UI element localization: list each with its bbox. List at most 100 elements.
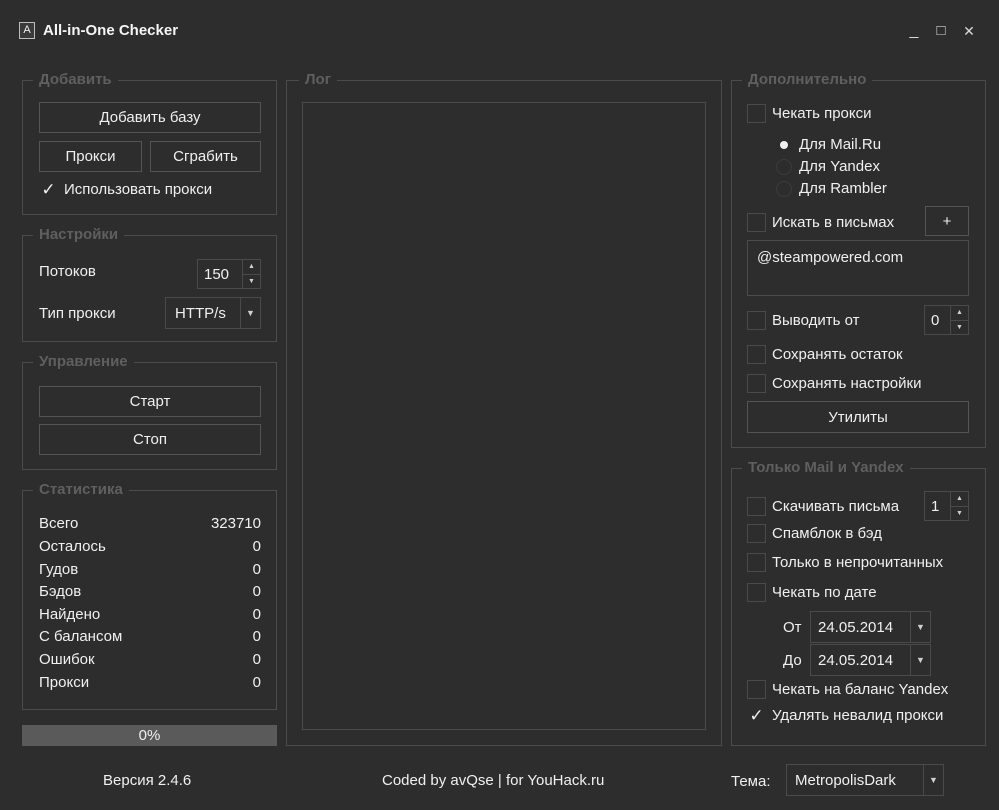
remove-invalid-proxy-row[interactable]: ✓ Удалять невалид прокси <box>747 706 943 725</box>
stat-value: 0 <box>252 606 261 623</box>
spamblock-checkbox[interactable] <box>747 524 766 543</box>
stat-row: Ошибок 0 <box>39 651 261 673</box>
minimize-button[interactable]: _ <box>903 18 925 44</box>
radio-mailru-label: Для Mail.Ru <box>799 136 882 153</box>
stat-value: 0 <box>252 538 261 555</box>
radio-mailru-row[interactable]: Для Mail.Ru <box>776 136 881 153</box>
output-from-label: Выводить от <box>772 312 860 329</box>
chevron-down-icon[interactable]: ▼ <box>910 645 930 675</box>
mail-yandex-group-legend: Только Mail и Yandex <box>742 459 910 477</box>
use-proxy-label: Использовать прокси <box>64 181 213 198</box>
download-mails-label: Скачивать письма <box>772 498 900 515</box>
stat-label: Бэдов <box>39 583 82 600</box>
chevron-down-icon[interactable]: ▼ <box>910 612 930 642</box>
stat-value: 0 <box>252 583 261 600</box>
chevron-down-icon[interactable]: ▼ <box>923 765 943 795</box>
spin-up-icon[interactable]: ▲ <box>243 260 260 275</box>
add-base-button[interactable]: Добавить базу <box>39 102 261 133</box>
log-textarea[interactable] <box>302 102 706 730</box>
save-settings-checkbox[interactable] <box>747 374 766 393</box>
check-proxy-label: Чекать прокси <box>772 105 872 122</box>
spin-up-icon[interactable]: ▲ <box>951 492 968 507</box>
stat-value: 0 <box>252 651 261 668</box>
check-proxy-checkbox[interactable] <box>747 104 766 123</box>
proxy-button[interactable]: Прокси <box>39 141 142 172</box>
use-proxy-checkbox[interactable]: ✓ <box>39 180 58 199</box>
search-mails-label: Искать в письмах <box>772 214 895 231</box>
threads-stepper[interactable]: 150 ▲ ▼ <box>197 259 261 289</box>
close-button[interactable]: ✕ <box>958 18 980 44</box>
date-to-label: До <box>783 652 802 669</box>
radio-yandex-row[interactable]: Для Yandex <box>776 158 880 175</box>
settings-group-legend: Настройки <box>33 226 125 244</box>
yandex-balance-checkbox[interactable] <box>747 680 766 699</box>
download-mails-value: 1 <box>931 497 940 515</box>
spin-down-icon[interactable]: ▼ <box>951 321 968 335</box>
add-search-button[interactable]: + <box>925 206 969 236</box>
output-from-value: 0 <box>931 311 940 329</box>
radio-rambler-label: Для Rambler <box>799 180 887 197</box>
maximize-button[interactable]: □ <box>930 18 952 44</box>
stat-row: Осталось 0 <box>39 538 261 560</box>
stat-row: Бэдов 0 <box>39 583 261 605</box>
start-button[interactable]: Старт <box>39 386 261 417</box>
output-from-row[interactable]: Выводить от <box>747 311 859 330</box>
spamblock-row[interactable]: Спамблок в бэд <box>747 524 882 543</box>
date-to-picker[interactable]: 24.05.2014 ▼ <box>810 644 931 676</box>
stat-label: Прокси <box>39 674 90 691</box>
grab-button[interactable]: Сграбить <box>150 141 261 172</box>
save-settings-label: Сохранять настройки <box>772 375 922 392</box>
check-icon: ✓ <box>749 706 764 725</box>
theme-label: Тема: <box>731 773 771 790</box>
date-from-value: 24.05.2014 <box>818 618 894 636</box>
check-by-date-checkbox[interactable] <box>747 583 766 602</box>
radio-mailru[interactable] <box>776 136 792 153</box>
stat-row: Гудов 0 <box>39 561 261 583</box>
check-by-date-row[interactable]: Чекать по дате <box>747 583 877 602</box>
unread-only-row[interactable]: Только в непрочитанных <box>747 553 943 572</box>
stat-label: Осталось <box>39 538 106 555</box>
chevron-down-icon[interactable]: ▼ <box>240 298 260 328</box>
save-settings-row[interactable]: Сохранять настройки <box>747 374 921 393</box>
output-from-checkbox[interactable] <box>747 311 766 330</box>
stat-label: Найдено <box>39 606 101 623</box>
date-from-label: От <box>783 619 802 636</box>
utilities-button[interactable]: Утилиты <box>747 401 969 433</box>
unread-only-checkbox[interactable] <box>747 553 766 572</box>
output-from-stepper[interactable]: 0 ▲ ▼ <box>924 305 969 335</box>
proxy-type-select[interactable]: HTTP/s ▼ <box>165 297 261 329</box>
radio-rambler[interactable] <box>776 180 792 197</box>
save-rest-row[interactable]: Сохранять остаток <box>747 345 903 364</box>
spamblock-label: Спамблок в бэд <box>772 525 882 542</box>
stop-button[interactable]: Стоп <box>39 424 261 455</box>
window-title: All-in-One Checker <box>43 22 179 39</box>
theme-select[interactable]: MetropolisDark ▼ <box>786 764 944 796</box>
add-group-legend: Добавить <box>33 71 118 89</box>
download-mails-checkbox[interactable] <box>747 497 766 516</box>
threads-value: 150 <box>204 265 230 283</box>
download-mails-row[interactable]: Скачивать письма <box>747 497 899 516</box>
spin-down-icon[interactable]: ▼ <box>243 275 260 289</box>
yandex-balance-row[interactable]: Чекать на баланс Yandex <box>747 680 948 699</box>
stat-value: 0 <box>252 561 261 578</box>
date-from-picker[interactable]: 24.05.2014 ▼ <box>810 611 931 643</box>
save-rest-checkbox[interactable] <box>747 345 766 364</box>
control-group-legend: Управление <box>33 353 134 371</box>
radio-yandex[interactable] <box>776 158 792 175</box>
check-proxy-row[interactable]: Чекать прокси <box>747 104 872 123</box>
spin-up-icon[interactable]: ▲ <box>951 306 968 321</box>
download-mails-stepper[interactable]: 1 ▲ ▼ <box>924 491 969 521</box>
search-text-input[interactable]: @steampowered.com <box>747 240 969 296</box>
radio-rambler-row[interactable]: Для Rambler <box>776 180 887 197</box>
spin-down-icon[interactable]: ▼ <box>951 507 968 521</box>
stats-group-legend: Статистика <box>33 481 129 499</box>
date-to-value: 24.05.2014 <box>818 651 894 669</box>
remove-invalid-proxy-checkbox[interactable]: ✓ <box>747 706 766 725</box>
stat-label: Ошибок <box>39 651 95 668</box>
extra-group-legend: Дополнительно <box>742 71 873 89</box>
search-mails-row[interactable]: Искать в письмах <box>747 213 894 232</box>
use-proxy-checkbox-row[interactable]: ✓ Использовать прокси <box>39 180 212 199</box>
stat-row: Прокси 0 <box>39 674 261 696</box>
stat-row: Всего 323710 <box>39 515 261 537</box>
search-mails-checkbox[interactable] <box>747 213 766 232</box>
